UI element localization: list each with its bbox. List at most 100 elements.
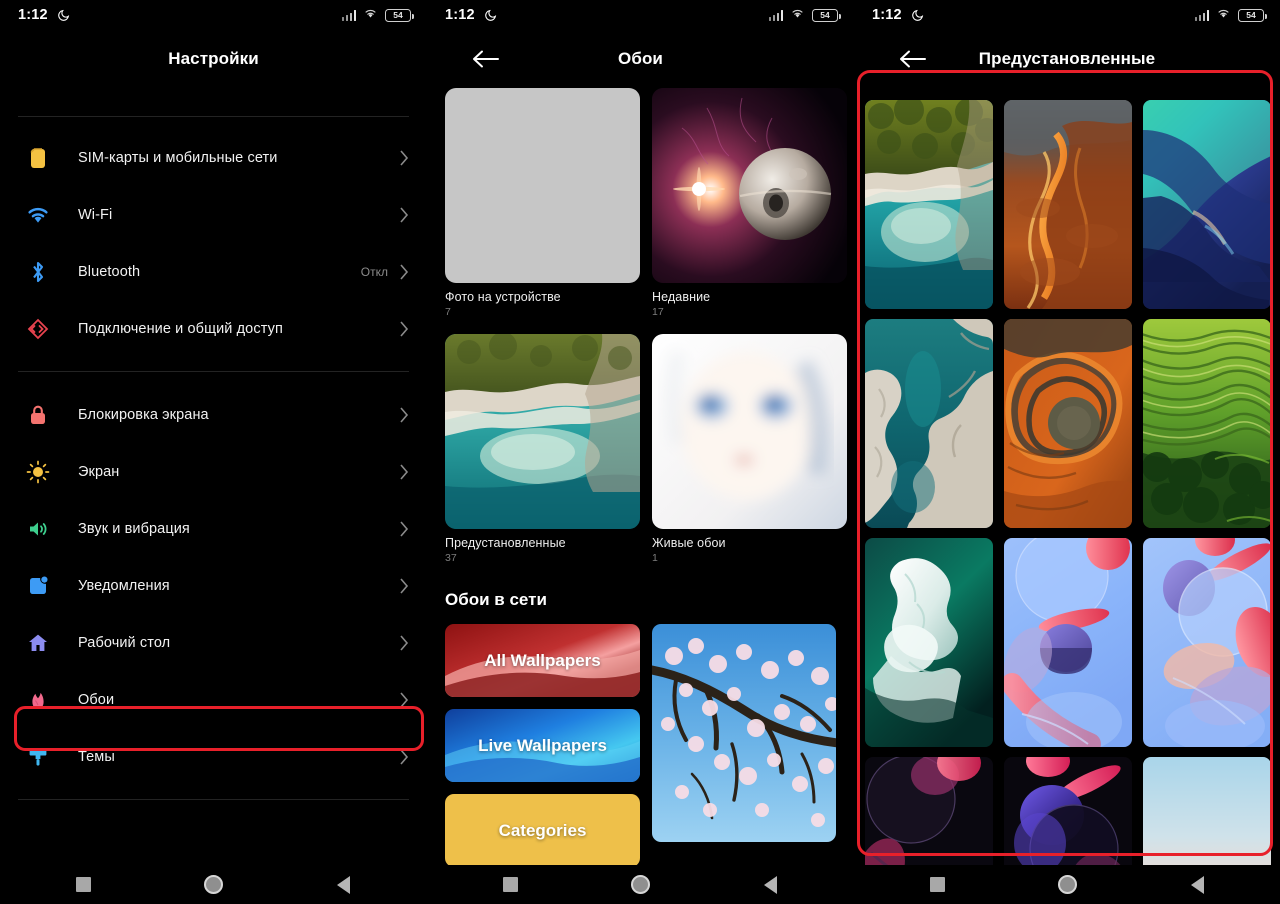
sidebar-item-label: Блокировка экрана bbox=[78, 406, 209, 423]
sidebar-item-notifications[interactable]: Уведомления bbox=[0, 557, 427, 614]
wallpaper-flower-icon bbox=[20, 688, 56, 712]
banner-label: All Wallpapers bbox=[484, 650, 601, 670]
online-wallpapers-grid: All Wallpapers Live Wallpapers Categorie… bbox=[445, 624, 836, 867]
wallpaper-tile-abstract-discs-blue[interactable] bbox=[1143, 538, 1271, 747]
chevron-right-icon bbox=[400, 320, 409, 337]
wallpaper-category-card[interactable]: Фото на устройстве 7 bbox=[445, 88, 640, 318]
wifi-icon bbox=[363, 6, 378, 24]
back-button[interactable] bbox=[706, 875, 836, 894]
battery-level: 54 bbox=[820, 9, 830, 20]
status-bar-right: 54 bbox=[768, 6, 841, 24]
live-wallpapers-banner[interactable]: Live Wallpapers bbox=[445, 709, 640, 782]
category-name: Предустановленные bbox=[445, 536, 566, 550]
status-bar-left: 1:12 bbox=[872, 7, 924, 23]
sidebar-item-connection-sharing[interactable]: Подключение и общий доступ bbox=[0, 300, 427, 357]
wallpaper-category-card[interactable]: Недавние 17 bbox=[652, 88, 847, 318]
preset-title-bar: Предустановленные bbox=[854, 30, 1280, 88]
home-button[interactable] bbox=[1002, 875, 1132, 894]
category-name: Недавние bbox=[652, 290, 711, 304]
wallpaper-tile-green-terraces[interactable] bbox=[1143, 319, 1271, 528]
home-icon bbox=[631, 875, 650, 894]
wallpaper-tile-abstract-spheres-blue[interactable] bbox=[1004, 538, 1132, 747]
sidebar-item-label: Темы bbox=[78, 748, 115, 765]
three-phone-screenshots: 1:12 54 Настройки SIM-карты и мобильные … bbox=[0, 0, 1280, 904]
wallpaper-tile-wave-teal[interactable] bbox=[1143, 100, 1271, 309]
sidebar-item-lock-screen[interactable]: Блокировка экрана bbox=[0, 386, 427, 443]
wallpaper-tile-rocky-coast[interactable] bbox=[865, 319, 993, 528]
speaker-icon bbox=[20, 517, 56, 541]
divider bbox=[18, 799, 409, 800]
category-count: 37 bbox=[445, 552, 457, 564]
category-count: 17 bbox=[652, 306, 664, 318]
online-section-title: Обои в сети bbox=[445, 590, 547, 609]
wifi-icon bbox=[20, 205, 56, 225]
space-planet-thumb bbox=[652, 88, 847, 283]
wallpaper-category-card-preset[interactable]: Предустановленные 37 bbox=[445, 334, 640, 564]
all-wallpapers-banner[interactable]: All Wallpapers bbox=[445, 624, 640, 697]
sidebar-item-display[interactable]: Экран bbox=[0, 443, 427, 500]
home-button[interactable] bbox=[149, 875, 279, 894]
wallpaper-category-grid: Фото на устройстве 7 Недавние 17 bbox=[445, 88, 847, 318]
wifi-icon bbox=[790, 6, 805, 24]
status-bar: 1:12 54 bbox=[427, 0, 854, 30]
signal-bars-icon bbox=[1194, 9, 1209, 21]
preset-wallpaper-grid bbox=[854, 88, 1280, 904]
wallpaper-category-card[interactable]: Живые обои 1 bbox=[652, 334, 847, 564]
arrow-left-icon[interactable] bbox=[471, 47, 501, 71]
lock-icon bbox=[20, 403, 56, 427]
back-button[interactable] bbox=[279, 875, 409, 894]
photo-placeholder-thumb bbox=[445, 88, 640, 283]
sidebar-item-label: Экран bbox=[78, 463, 120, 480]
cherry-blossom-thumb[interactable] bbox=[652, 624, 836, 842]
notification-icon bbox=[20, 574, 56, 598]
sidebar-item-wallpaper[interactable]: Обои bbox=[0, 671, 427, 728]
sidebar-item-sim-cards[interactable]: SIM-карты и мобильные сети bbox=[0, 129, 427, 186]
home-icon bbox=[1057, 875, 1077, 894]
back-button[interactable] bbox=[1132, 875, 1262, 894]
recents-button[interactable] bbox=[19, 877, 149, 892]
wallpaper-tile-desert-dunes[interactable] bbox=[1004, 100, 1132, 309]
battery-indicator: 54 bbox=[1238, 8, 1267, 22]
sidebar-item-home-screen[interactable]: Рабочий стол bbox=[0, 614, 427, 671]
sidebar-item-wifi[interactable]: Wi-Fi bbox=[0, 186, 427, 243]
sidebar-item-themes[interactable]: Темы bbox=[0, 728, 427, 785]
signal-bars-icon bbox=[768, 9, 783, 21]
navigation-bar bbox=[854, 865, 1280, 904]
wallpaper-title-bar: Обои bbox=[427, 30, 854, 88]
home-button[interactable] bbox=[576, 875, 706, 894]
wallpaper-category-grid: Предустановленные 37 Живые обои 1 bbox=[445, 334, 847, 564]
chevron-right-icon bbox=[400, 577, 409, 594]
status-bar-left: 1:12 bbox=[445, 7, 497, 23]
wifi-icon bbox=[1216, 6, 1231, 24]
banner-label: Live Wallpapers bbox=[478, 735, 607, 755]
home-icon bbox=[204, 875, 223, 894]
wallpaper-tile-coastline[interactable] bbox=[865, 100, 993, 309]
preset-wallpapers-screen: 1:12 54 Предустановленные bbox=[854, 0, 1280, 904]
anime-face-blur-thumb bbox=[652, 334, 847, 529]
chevron-right-icon bbox=[400, 748, 409, 765]
bluetooth-icon bbox=[20, 260, 56, 284]
arrow-left-icon[interactable] bbox=[898, 47, 928, 71]
recents-button[interactable] bbox=[446, 877, 576, 892]
moon-icon bbox=[484, 9, 497, 22]
moon-icon bbox=[911, 9, 924, 22]
sidebar-item-label: Звук и вибрация bbox=[78, 520, 190, 537]
sidebar-item-sound-vibration[interactable]: Звук и вибрация bbox=[0, 500, 427, 557]
chevron-right-icon bbox=[400, 263, 409, 280]
sidebar-item-label: Рабочий стол bbox=[78, 634, 171, 651]
wallpaper-screen: 1:12 54 Обои Фото на устройстве 7 Недавн… bbox=[427, 0, 854, 904]
wallpaper-tile-iceberg[interactable] bbox=[865, 538, 993, 747]
sidebar-item-bluetooth[interactable]: Bluetooth Откл bbox=[0, 243, 427, 300]
wallpaper-tile-canyon-rings[interactable] bbox=[1004, 319, 1132, 528]
banner-label: Categories bbox=[498, 820, 587, 840]
status-bar: 1:12 54 bbox=[0, 0, 427, 30]
sidebar-item-label: Подключение и общий доступ bbox=[78, 320, 283, 337]
share-icon bbox=[20, 317, 56, 341]
recents-button[interactable] bbox=[872, 877, 1002, 892]
chevron-right-icon bbox=[400, 149, 409, 166]
status-bar-left: 1:12 bbox=[18, 7, 70, 23]
categories-banner[interactable]: Categories bbox=[445, 794, 640, 867]
